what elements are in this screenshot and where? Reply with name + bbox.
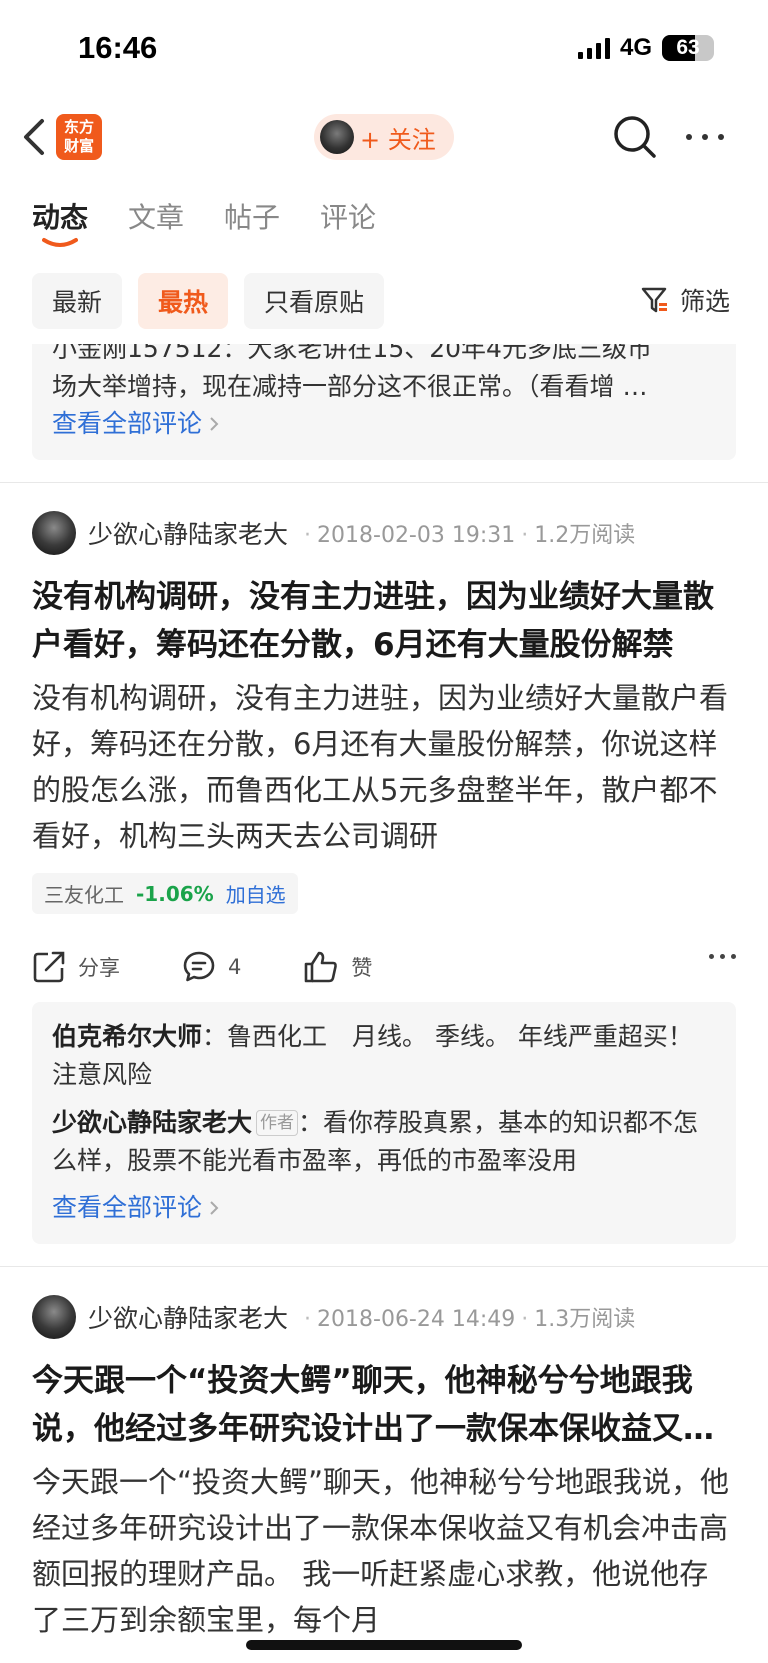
- comment-separator: ：: [202, 1022, 228, 1051]
- battery-level: 63: [676, 36, 700, 59]
- tab-posts[interactable]: 帖子: [224, 196, 280, 236]
- author-badge: 作者: [256, 1110, 299, 1136]
- comment-separator: ：: [298, 1108, 324, 1137]
- follow-button[interactable]: + 关注: [314, 114, 454, 160]
- post-meta: · 2018-06-24 14:49 · 1.3万阅读: [304, 1307, 636, 1332]
- comment-button[interactable]: 4: [182, 950, 241, 984]
- battery-icon: 63: [662, 35, 714, 61]
- post-header: 少欲心静陆家老大 · 2018-06-24 14:49 · 1.3万阅读: [32, 1295, 736, 1339]
- author-name[interactable]: 少欲心静陆家老大: [88, 1299, 288, 1335]
- post-card[interactable]: 少欲心静陆家老大 · 2018-06-24 14:49 · 1.3万阅读 今天跟一个“…: [0, 1267, 768, 1643]
- comment-item[interactable]: 小金刚157512：大家老讲在15、20年4元多底三级市 场大举增持，现在减持一…: [52, 344, 716, 406]
- follow-label: + 关注: [360, 125, 436, 154]
- filter-hot[interactable]: 最热: [138, 273, 229, 329]
- tab-dynamics[interactable]: 动态: [32, 196, 89, 247]
- comment-item[interactable]: 伯克希尔大师：鲁西化工 月线。 季线。 年线严重超买！注意风险: [52, 1018, 716, 1094]
- post-date: 2018-02-03 19:31: [317, 523, 516, 548]
- comment-user[interactable]: 伯克希尔大师: [52, 1022, 202, 1051]
- comment-count: 4: [228, 955, 242, 979]
- feed[interactable]: 小金刚157512：大家老讲在15、20年4元多底三级市 场大举增持，现在减持一…: [0, 344, 768, 1663]
- tab-label: 动态: [32, 201, 89, 234]
- post-card[interactable]: 少欲心静陆家老大 · 2018-02-03 19:31 · 1.2万阅读 没有机构调研…: [0, 483, 768, 1244]
- stock-tag[interactable]: 三友化工 -1.06% 加自选: [32, 873, 298, 914]
- tab-label: 帖子: [224, 201, 281, 234]
- read-count: 1.3万阅读: [534, 1307, 636, 1332]
- see-all-comments-link[interactable]: 查看全部评论: [52, 1190, 716, 1226]
- post-title[interactable]: 今天跟一个“投资大鳄”聊天，他神秘兮兮地跟我说，他经过多年研究设计出了一款保本保…: [32, 1357, 736, 1453]
- top-nav: 东方 财富 + 关注: [0, 104, 768, 170]
- tab-articles[interactable]: 文章: [128, 196, 184, 236]
- post-meta: · 2018-02-03 19:31 · 1.2万阅读: [304, 523, 636, 548]
- thumbs-up-icon: [305, 951, 338, 983]
- share-label: 分享: [78, 956, 120, 980]
- tab-label: 文章: [128, 201, 185, 234]
- comment-icon: [183, 951, 215, 982]
- tab-comments[interactable]: 评论: [320, 196, 376, 236]
- comments-box: 伯克希尔大师：鲁西化工 月线。 季线。 年线严重超买！注意风险 少欲心静陆家老大…: [32, 1002, 736, 1244]
- author-name[interactable]: 少欲心静陆家老大: [88, 515, 288, 551]
- avatar: [320, 120, 354, 154]
- tab-active-indicator: [42, 238, 78, 247]
- post-body[interactable]: 今天跟一个“投资大鳄”聊天，他神秘兮兮地跟我说，他经过多年研究设计出了一款保本保…: [32, 1459, 736, 1643]
- share-icon: [33, 951, 65, 983]
- search-icon[interactable]: [612, 114, 658, 160]
- logo-text: 东方: [63, 118, 94, 136]
- chevron-left-icon: [24, 119, 44, 155]
- see-all-comments-link[interactable]: 查看全部评论: [52, 406, 716, 442]
- filter-chips: 最新 最热 只看原贴: [32, 273, 385, 329]
- like-label: 赞: [351, 956, 373, 980]
- tab-label: 评论: [320, 201, 377, 234]
- signal-icon: [577, 37, 610, 59]
- read-count: 1.2万阅读: [534, 523, 636, 548]
- more-options-icon[interactable]: [709, 954, 736, 959]
- avatar[interactable]: [32, 511, 76, 555]
- comment-user[interactable]: 少欲心静陆家老大: [52, 1108, 252, 1137]
- app-logo[interactable]: 东方 财富: [56, 114, 102, 160]
- chevron-right-icon: [210, 417, 219, 431]
- status-bar: 16:46 4G 63: [0, 0, 768, 100]
- see-all-label: 查看全部评论: [52, 1193, 203, 1222]
- status-time: 16:46: [78, 30, 158, 65]
- more-menu-icon[interactable]: [682, 114, 728, 160]
- logo-text: 财富: [63, 137, 94, 155]
- post-actions: 分享 4 赞: [32, 932, 736, 1002]
- status-indicators: 4G 63: [577, 34, 714, 62]
- chevron-right-icon: [210, 1201, 219, 1215]
- like-button[interactable]: 赞: [303, 950, 372, 984]
- add-watchlist-button[interactable]: 加自选: [226, 879, 286, 908]
- share-button[interactable]: 分享: [32, 950, 120, 984]
- tab-bar: 动态 文章 帖子 评论: [32, 196, 376, 247]
- filter-label: 筛选: [680, 287, 731, 316]
- post-title[interactable]: 没有机构调研，没有主力进驻，因为业绩好大量散户看好，筹码还在分散，6月还有大量股…: [32, 573, 736, 669]
- filter-button[interactable]: 筛选: [640, 282, 730, 318]
- comment-item[interactable]: 少欲心静陆家老大 作者 ：看你荐股真累，基本的知识都不怎么样，股票不能光看市盈率，再…: [52, 1104, 716, 1180]
- stock-name: 三友化工: [44, 883, 124, 907]
- network-type: 4G: [619, 34, 652, 61]
- filter-latest[interactable]: 最新: [32, 273, 123, 329]
- post-body[interactable]: 没有机构调研，没有主力进驻，因为业绩好大量散户看好，筹码还在分散，6月还有大量股…: [32, 675, 736, 859]
- comments-box: 小金刚157512：大家老讲在15、20年4元多底三级市 场大举增持，现在减持一…: [32, 344, 736, 460]
- post-date: 2018-06-24 14:49: [317, 1307, 516, 1332]
- back-button[interactable]: [16, 114, 56, 160]
- see-all-label: 查看全部评论: [52, 409, 203, 438]
- comment-text: 场大举增持，现在减持一部分这不很正常。（看看增 …: [52, 372, 648, 401]
- comment-text: 小金刚157512：大家老讲在15、20年4元多底三级市: [52, 344, 652, 363]
- stock-change: -1.06%: [136, 881, 214, 906]
- filter-icon: [641, 287, 667, 313]
- filter-original-only[interactable]: 只看原贴: [244, 273, 385, 329]
- avatar[interactable]: [32, 1295, 76, 1339]
- home-indicator[interactable]: [246, 1640, 522, 1650]
- post-header: 少欲心静陆家老大 · 2018-02-03 19:31 · 1.2万阅读: [32, 511, 736, 555]
